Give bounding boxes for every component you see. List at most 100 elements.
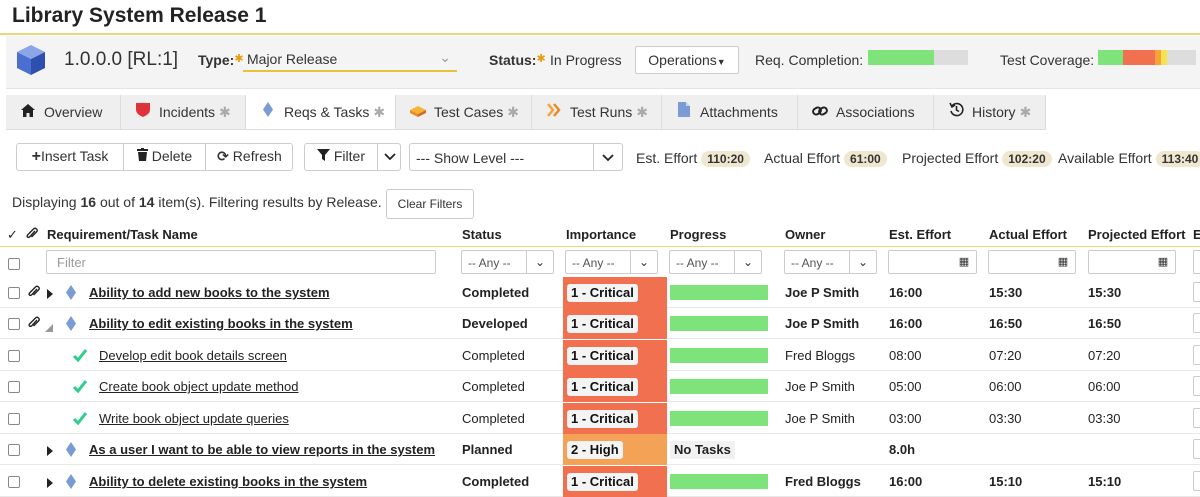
row-checkbox[interactable] [8, 476, 20, 488]
delete-button[interactable]: Delete [124, 143, 205, 171]
row-name-link[interactable]: Ability to edit existing books in the sy… [89, 308, 353, 339]
operations-button[interactable]: Operations▼ [635, 46, 739, 74]
importance-badge: 1 - Critical [567, 284, 638, 302]
row-checkbox[interactable] [8, 350, 20, 362]
chevron-down-icon: ⌄ [849, 251, 876, 273]
page-title: Library System Release 1 [12, 4, 267, 27]
row-checkbox[interactable] [8, 287, 20, 299]
tab-reqs-tasks[interactable]: Reqs & Tasks ✱ [246, 95, 396, 129]
row-name-link[interactable]: Develop edit book details screen [99, 340, 287, 371]
show-level-select[interactable]: --- Show Level --- [409, 143, 623, 171]
row-name-link[interactable]: As a user I want to be able to view repo… [89, 434, 435, 465]
row-checkbox[interactable] [8, 381, 20, 393]
importance-badge: 1 - Critical [567, 378, 638, 396]
projected-effort-filter-input[interactable]: ▦ [1088, 250, 1176, 274]
status-filter-value: -- Any -- [468, 256, 511, 270]
row-est-effort: 8.0h [889, 442, 916, 457]
calculator-icon[interactable]: ▦ [1051, 251, 1075, 273]
tab-incidents[interactable]: Incidents ✱ [121, 95, 246, 129]
expand-icon[interactable] [47, 476, 53, 491]
row-edge-input[interactable] [1193, 439, 1200, 459]
table-row[interactable]: Develop edit book details screen Complete… [0, 340, 1200, 371]
refresh-button[interactable]: ⟳ Refresh [206, 143, 293, 171]
filter-button[interactable]: Filter [305, 143, 377, 171]
select-all-checkbox[interactable] [8, 258, 20, 270]
importance-filter-select[interactable]: -- Any -- ⌄ [565, 250, 658, 274]
row-status: Completed [462, 474, 530, 489]
row-checkbox[interactable] [8, 444, 20, 456]
filter-dropdown-button[interactable] [378, 143, 401, 171]
expand-icon[interactable] [47, 444, 53, 459]
actual-effort-filter-input[interactable]: ▦ [988, 250, 1076, 274]
col-header-actual-effort[interactable]: Actual Effort [989, 227, 1067, 242]
row-edge-input[interactable] [1193, 376, 1200, 396]
row-edge-input[interactable] [1193, 313, 1200, 333]
select-all-check-icon[interactable]: ✓ [7, 227, 18, 243]
row-edge-input[interactable] [1193, 345, 1200, 365]
type-select[interactable]: Major Release ⌄ [243, 46, 457, 72]
progress-filter-select[interactable]: -- Any -- ⌄ [669, 250, 762, 274]
name-filter-input[interactable]: Filter [46, 250, 436, 274]
row-edge-input[interactable] [1193, 282, 1200, 302]
row-checkbox[interactable] [8, 413, 20, 425]
row-est-effort: 05:00 [889, 379, 922, 394]
row-name-link[interactable]: Ability to delete existing books in the … [89, 466, 367, 497]
table-row[interactable]: As a user I want to be able to view repo… [0, 434, 1200, 465]
type-select-value: Major Release [247, 51, 338, 67]
paperclip-icon[interactable] [28, 316, 40, 332]
requirement-diamond-icon [66, 442, 76, 460]
tab-history[interactable]: History ✱ [934, 95, 1046, 129]
expand-icon[interactable] [47, 287, 53, 302]
col-header-status[interactable]: Status [462, 227, 502, 242]
tab-label: Test Runs [570, 104, 633, 120]
tab-attachments[interactable]: Attachments [662, 95, 798, 129]
row-name-link[interactable]: Create book object update method [99, 371, 298, 402]
col-header-importance[interactable]: Importance [566, 227, 636, 242]
importance-badge: 1 - Critical [567, 473, 638, 491]
table-row[interactable]: Ability to delete existing books in the … [0, 466, 1200, 497]
est-effort-filter-input[interactable]: ▦ [888, 250, 977, 274]
tab-test-cases[interactable]: Test Cases ✱ [396, 95, 532, 129]
row-importance-cell: 1 - Critical [563, 277, 667, 308]
test-coverage-segment [1122, 50, 1155, 65]
edge-filter-input[interactable] [1193, 250, 1200, 274]
col-header-edge[interactable]: E [1193, 227, 1200, 242]
table-row[interactable]: Create book object update method Complete… [0, 371, 1200, 402]
table-row[interactable]: Ability to edit existing books in the sy… [0, 308, 1200, 339]
row-checkbox[interactable] [8, 318, 20, 330]
row-projected-effort: 06:00 [1088, 379, 1121, 394]
importance-badge: 1 - Critical [567, 315, 638, 333]
row-importance-cell: 1 - Critical [563, 340, 667, 371]
status-filter-select[interactable]: -- Any -- ⌄ [461, 250, 554, 274]
progress-bar [670, 411, 768, 426]
paperclip-icon[interactable] [28, 285, 40, 301]
row-edge-input[interactable] [1193, 408, 1200, 428]
calculator-icon[interactable]: ▦ [952, 251, 976, 273]
refresh-icon: ⟳ [217, 148, 229, 164]
table-row[interactable]: Ability to add new books to the system Co… [0, 277, 1200, 308]
tab-label: Overview [44, 104, 103, 120]
col-header-est-effort[interactable]: Est. Effort [889, 227, 951, 242]
row-actual-effort: 15:30 [989, 285, 1023, 300]
col-header-progress[interactable]: Progress [670, 227, 726, 242]
clear-filters-button[interactable]: Clear Filters [386, 189, 474, 219]
tab-overview[interactable]: Overview [6, 95, 121, 129]
row-status: Planned [462, 442, 513, 457]
test-run-icon [546, 95, 562, 129]
calculator-icon[interactable]: ▦ [1151, 251, 1175, 273]
col-header-owner[interactable]: Owner [785, 227, 825, 242]
tab-associations[interactable]: Associations [798, 95, 934, 129]
row-name-link[interactable]: Ability to add new books to the system [89, 277, 330, 308]
owner-filter-select[interactable]: -- Any -- ⌄ [784, 250, 877, 274]
history-icon [948, 95, 964, 129]
test-coverage-bar [1098, 50, 1196, 65]
tab-test-runs[interactable]: Test Runs ✱ [532, 95, 662, 129]
insert-task-button[interactable]: +Insert Task [17, 143, 123, 171]
col-header-projected-effort[interactable]: Projected Effort [1088, 227, 1186, 242]
table-row[interactable]: Write book object update queries Complete… [0, 403, 1200, 434]
row-edge-input[interactable] [1193, 471, 1200, 491]
row-projected-effort: 03:30 [1088, 411, 1121, 426]
collapse-icon[interactable] [45, 320, 53, 335]
row-name-link[interactable]: Write book object update queries [99, 403, 289, 434]
col-header-name[interactable]: Requirement/Task Name [47, 227, 198, 242]
